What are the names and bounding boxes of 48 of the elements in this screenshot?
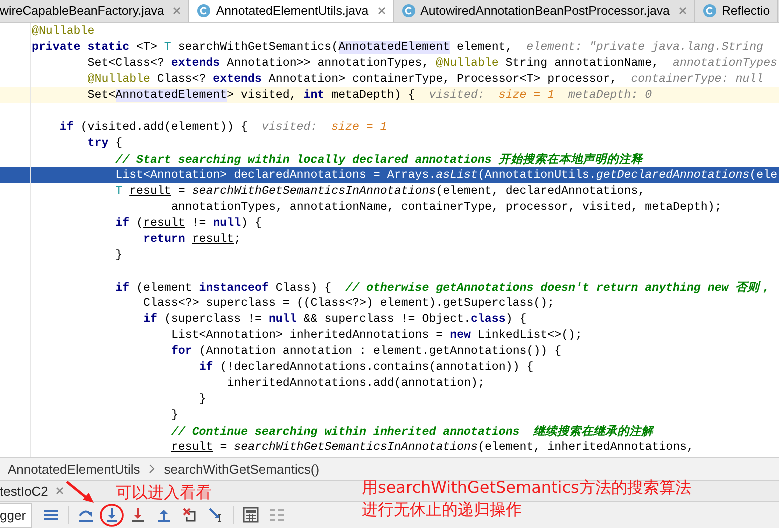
code-line: Set<Class<? extends Annotation>> annotationTypes, @Nullable String annotationName, [88, 56, 660, 70]
run-config-tab[interactable]: testIoC2 [0, 484, 70, 498]
calculator-icon[interactable] [242, 506, 260, 524]
annotation-note: 进行无休止的递归操作 [362, 499, 523, 521]
code-line: return result; [144, 232, 242, 246]
code-line: } [116, 248, 123, 262]
close-icon[interactable] [678, 7, 687, 15]
code-line: if (visited.add(element)) { [60, 120, 248, 134]
code-line: try { [88, 136, 123, 150]
annotation-arrow [64, 480, 95, 504]
breadcrumb-item[interactable]: AnnotatedElementUtils [8, 462, 140, 476]
inline-debug-value: containerType: null [631, 72, 764, 86]
annotation-note: 可以进入看看 [116, 483, 212, 504]
code-line: } [171, 408, 178, 422]
code-line: private static <T> T searchWithGetSemantics(AnnotatedElement element, [32, 40, 513, 54]
debugger-tab[interactable]: gger [0, 502, 32, 528]
code-line: @Nullable Class<? extends Annotation> containerType, Processor<T> processor, [88, 72, 618, 86]
code-line: Class<?> superclass = ((Class<?>) element).getSuperclass(); [144, 296, 555, 310]
annotation-note: 用searchWithGetSemantics方法的搜索算法 [362, 477, 692, 499]
code-line: inheritedAnnotations.add(annotation); [227, 376, 485, 390]
highlight-circle [100, 504, 124, 526]
editor-tab[interactable]: AutowiredAnnotationBeanPostProcessor.java [394, 0, 695, 22]
editor-tab[interactable]: Reflectio [694, 0, 778, 22]
code-line: for (Annotation annotation : element.getAnnotations()) { [171, 344, 562, 358]
code-line: if (!declaredAnnotations.contains(annotation)) { [199, 360, 534, 374]
code-line: @Nullable [32, 24, 95, 38]
close-icon[interactable] [173, 7, 182, 15]
code-line: if (element instanceof Class) { // otherwise getAnnotations doesn't return anything new 否则， [116, 280, 772, 294]
code-line: if (superclass != null && superclass != Object.class) { [144, 312, 527, 326]
inline-debug-value: visited: size = 1 [262, 120, 388, 134]
code-line: result = searchWithGetSemanticsInAnnotations(element, inheritedAnnotations, [171, 440, 694, 454]
code-line: } [199, 392, 206, 406]
chevron-icon [148, 464, 156, 474]
editor-tab[interactable]: AnnotatedElementUtils.java [189, 0, 394, 22]
breadcrumb-item[interactable]: searchWithGetSemantics() [164, 462, 320, 476]
code-line: // Start searching within locally declared annotations 开始搜索在本地声明的注释 [116, 152, 643, 166]
inline-debug-value: visited: size = 1 metaDepth: 0 [429, 88, 652, 102]
code-line: annotationTypes, annotationName, containerType, processor, visited, metaDepth); [171, 200, 722, 214]
close-icon[interactable] [378, 7, 386, 15]
code-line: Set<AnnotatedElement> visited, int metaDepth) { [88, 88, 416, 102]
code-line: if (result != null) { [116, 216, 262, 230]
code-line: List<Annotation> inheritedAnnotations = new LinkedList<>(); [171, 328, 582, 342]
code-line: T result = searchWithGetSemanticsInAnnotations(element, declaredAnnotations, [116, 184, 646, 198]
inline-debug-value: annotationTypes [673, 56, 778, 70]
code-line: List<Annotation> declaredAnnotations = Arrays.asList(AnnotationUtils.getDeclaredAnnotations(ele [116, 168, 778, 182]
inline-debug-value: element: "private java.lang.String [526, 40, 764, 54]
close-icon[interactable] [56, 487, 64, 495]
code-line: // Continue searching within inherited annotations 继续搜索在继承的注解 [171, 424, 654, 438]
